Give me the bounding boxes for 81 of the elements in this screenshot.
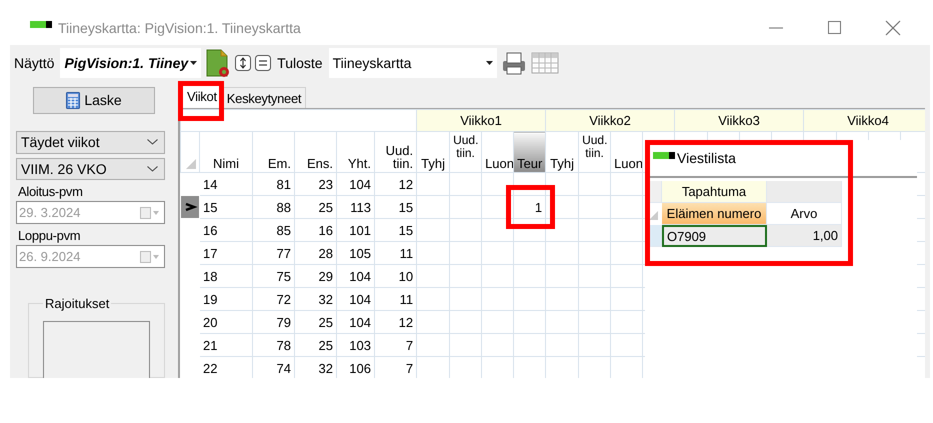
table-cell: 10 [398,268,414,284]
dropdown[interactable]: Täydet viikot [16,130,165,154]
calculator-icon [66,92,80,109]
table-cell: 105 [349,246,371,260]
table-cell: O7909 [662,225,767,247]
table-cell: 32 [318,360,333,376]
column-header[interactable]: Eläimen numero [662,203,767,225]
table-cell: 104 [349,268,371,284]
tab[interactable]: Keskeytyneet [222,87,306,108]
table-cell: 104 [349,314,371,330]
table-cell: 85 [276,222,291,238]
date-label: Aloitus-pvm [18,184,84,200]
view-label: Näyttö [13,55,56,71]
table-cell: 81 [276,176,291,192]
table-cell: 74 [276,360,291,376]
table-cell: 22 [203,360,218,376]
table-cell: 12 [398,176,414,192]
table-cell: 113 [350,200,371,214]
table-cell: 7 [406,360,414,376]
table-cell: 18 [203,268,218,284]
table-cell: 25 [318,314,333,330]
group-header: Viikko1 [416,110,546,132]
table-cell: 103 [349,338,371,352]
table-cell: 106 [349,360,371,376]
table-cell: 104 [349,176,371,192]
table-cell: 1 [534,200,542,214]
group-header: Viikko4 [804,110,925,132]
table-cell: 72 [276,292,291,306]
table-cell: 75 [276,268,291,284]
table-cell: 79 [276,314,291,330]
panel-title: Viestilista [677,150,736,166]
table-cell: 11 [400,292,414,306]
table-cell: 78 [276,338,291,352]
calculate-button[interactable]: Laske [33,87,155,114]
table-cell: 104 [349,292,371,306]
table-cell: 16 [203,222,218,238]
caret-icon [486,61,493,65]
table-cell: 88 [276,200,291,214]
logo-icon [30,21,52,28]
printer-icon[interactable] [500,51,527,75]
table-cell: 12 [398,314,414,330]
output-label: Tuloste [276,55,324,71]
table-cell: 20 [203,314,218,330]
table-cell: 77 [276,246,291,260]
caret-icon [190,61,198,65]
table-cell: 15 [398,200,414,214]
view-select[interactable]: PigVision:1. Tiiney [60,48,202,78]
table-cell: 25 [318,338,333,352]
table-cell: 32 [318,292,333,306]
group-label: Rajoitukset [44,296,110,311]
calendar-icon [140,206,160,219]
logo-icon [653,152,675,158]
table-cell: 23 [318,176,333,192]
output-select[interactable]: Tiineyskartta [328,48,497,78]
table-cell: 16 [318,222,333,238]
group-header: Viikko2 [546,110,675,132]
table-cell: 21 [203,338,218,352]
table-cell: 14 [203,176,218,192]
date-label: Loppu-pvm [18,228,82,244]
group-header: Viikko3 [674,110,804,132]
calendar-icon [140,250,160,263]
table-cell: 7 [406,338,414,352]
settings-document-icon[interactable] [205,48,232,78]
table-cell: 11 [400,246,414,260]
dropdown[interactable]: VIIM. 26 VKO [16,158,165,180]
table-cell: 1,00 [767,225,842,247]
expand-icon[interactable] [235,55,252,71]
window-title: Tiineyskartta: PigVision:1. Tiineyskartta [58,20,302,36]
table-cell: 15 [398,222,414,238]
table-cell: 101 [349,222,371,238]
table-cell: 19 [203,292,218,306]
table-cell: 29 [318,268,333,284]
table-cell: 15 [203,200,218,214]
table-cell: 28 [318,246,333,260]
chevron-icon [147,166,158,172]
column-header[interactable]: Arvo [767,203,842,225]
chevron-icon [147,139,158,146]
group-header: Tapahtuma [662,181,767,203]
collapse-icon[interactable] [255,55,272,71]
table-cell: 17 [203,246,218,260]
table-cell: 25 [318,200,333,214]
